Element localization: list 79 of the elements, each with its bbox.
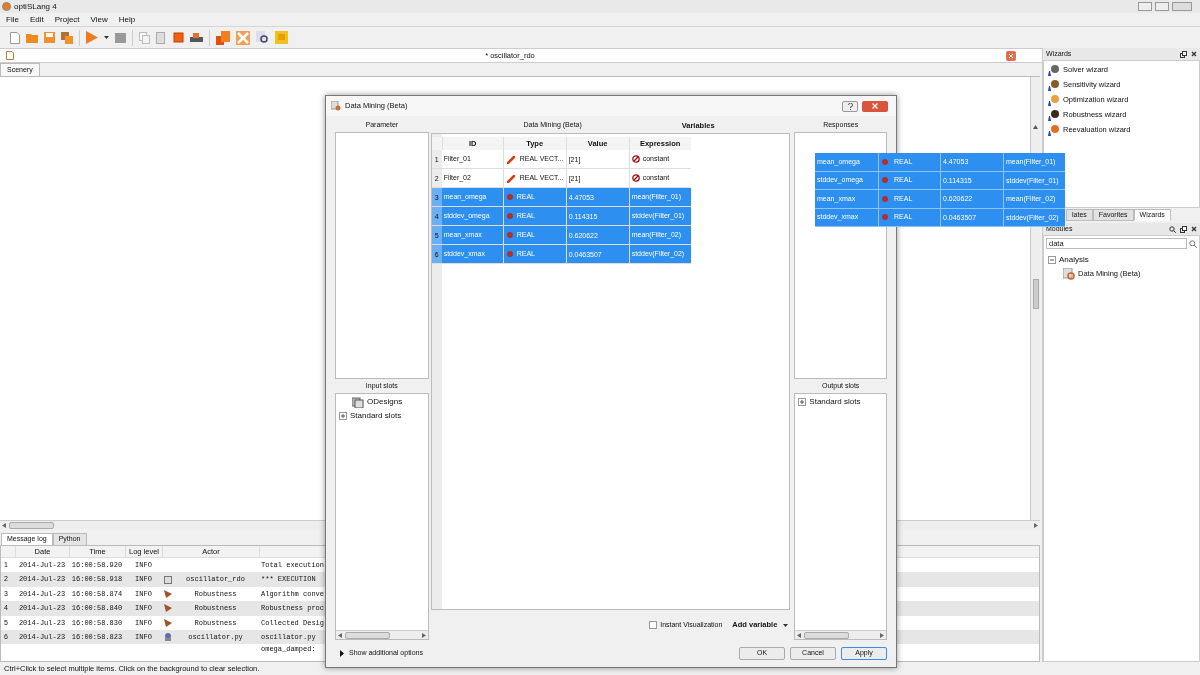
arrow-left-icon[interactable] [2, 522, 6, 528]
dialog-icon [331, 101, 341, 111]
dot-icon [882, 158, 888, 165]
arrow-up-icon[interactable] [1033, 125, 1038, 129]
close-icon [872, 103, 878, 109]
arrow-right-icon[interactable] [880, 632, 884, 638]
arrow-left-icon[interactable] [797, 632, 802, 638]
scrollbar[interactable] [795, 630, 886, 639]
scrollbar[interactable] [336, 630, 428, 639]
caret-icon[interactable] [104, 36, 109, 39]
dot-icon [506, 232, 513, 238]
checkbox[interactable] [649, 621, 658, 629]
minimize-button[interactable] [1138, 2, 1152, 11]
wizard-icon [1047, 109, 1059, 121]
scrollbar-thumb[interactable] [9, 521, 54, 529]
dot-icon [506, 251, 513, 257]
menu-item[interactable]: Edit [29, 13, 44, 26]
dot-icon [506, 194, 513, 200]
menu-item[interactable]: View [90, 13, 108, 26]
dot-icon [882, 195, 888, 202]
expand-icon[interactable] [798, 398, 807, 406]
copy-icon[interactable] [139, 31, 150, 44]
triangle-icon [340, 649, 344, 657]
tree-item[interactable]: Analysis [1059, 254, 1089, 266]
folder-icon[interactable] [26, 32, 38, 43]
project-icon [164, 575, 172, 584]
float-icon[interactable] [1180, 225, 1187, 233]
arrow-right-icon[interactable] [421, 632, 426, 638]
scrollbar-thumb[interactable] [1032, 279, 1039, 309]
stop-icon[interactable] [115, 32, 126, 43]
blocks-icon[interactable] [216, 30, 230, 45]
arrow-right-icon[interactable] [1034, 522, 1038, 528]
tree-item[interactable]: Standard slots [350, 410, 402, 422]
new-file-icon[interactable] [10, 31, 20, 44]
collapse-icon[interactable] [1048, 256, 1056, 264]
magnifier-icon [1063, 267, 1075, 280]
scrollbar-thumb[interactable] [345, 631, 390, 639]
square-icon[interactable] [173, 32, 184, 43]
parameter-list[interactable] [335, 132, 429, 379]
magnifier-icon[interactable] [256, 31, 269, 44]
expand-icon[interactable] [339, 412, 347, 420]
close-button[interactable] [862, 100, 888, 112]
search-icon[interactable] [1189, 239, 1197, 248]
help-button[interactable] [842, 100, 858, 112]
caret-icon [783, 623, 789, 627]
dot-icon [882, 214, 888, 221]
tree-item[interactable]: Standard slots [809, 396, 861, 408]
scrollbar-thumb[interactable] [804, 631, 850, 639]
close-icon[interactable] [1191, 226, 1197, 232]
close-icon[interactable] [1191, 51, 1197, 57]
menu-item[interactable]: Project [54, 13, 80, 26]
stamp-icon[interactable] [190, 32, 203, 43]
wizard-icon [1047, 94, 1059, 106]
window-title: optiSLang 4 [14, 0, 57, 13]
close-button[interactable] [1172, 2, 1192, 11]
menu-item[interactable]: Help [118, 13, 136, 26]
save-icon[interactable] [44, 32, 55, 43]
document-icon [6, 51, 14, 60]
dot-icon [882, 177, 888, 184]
menu-item[interactable]: File [6, 13, 19, 26]
maximize-button[interactable] [1155, 2, 1169, 11]
save-all-icon[interactable] [61, 31, 73, 44]
dot-icon [506, 213, 513, 219]
prohibited-icon [631, 155, 640, 163]
wizard-icon [1047, 79, 1059, 91]
help-icon [847, 102, 853, 110]
wizard-icon [1047, 64, 1059, 76]
wizard-icon [1047, 124, 1059, 136]
designs-icon [352, 396, 364, 408]
prohibited-icon [631, 174, 640, 182]
paste-icon[interactable] [156, 31, 167, 44]
app-icon [2, 2, 11, 11]
script-icon [164, 633, 172, 642]
float-icon[interactable] [1180, 50, 1187, 58]
arrow-left-icon[interactable] [338, 632, 342, 638]
tree-item[interactable]: ODesigns [367, 396, 403, 408]
cross-icon[interactable] [236, 30, 250, 45]
play-icon[interactable] [86, 31, 98, 44]
search-icon[interactable] [1169, 225, 1176, 233]
